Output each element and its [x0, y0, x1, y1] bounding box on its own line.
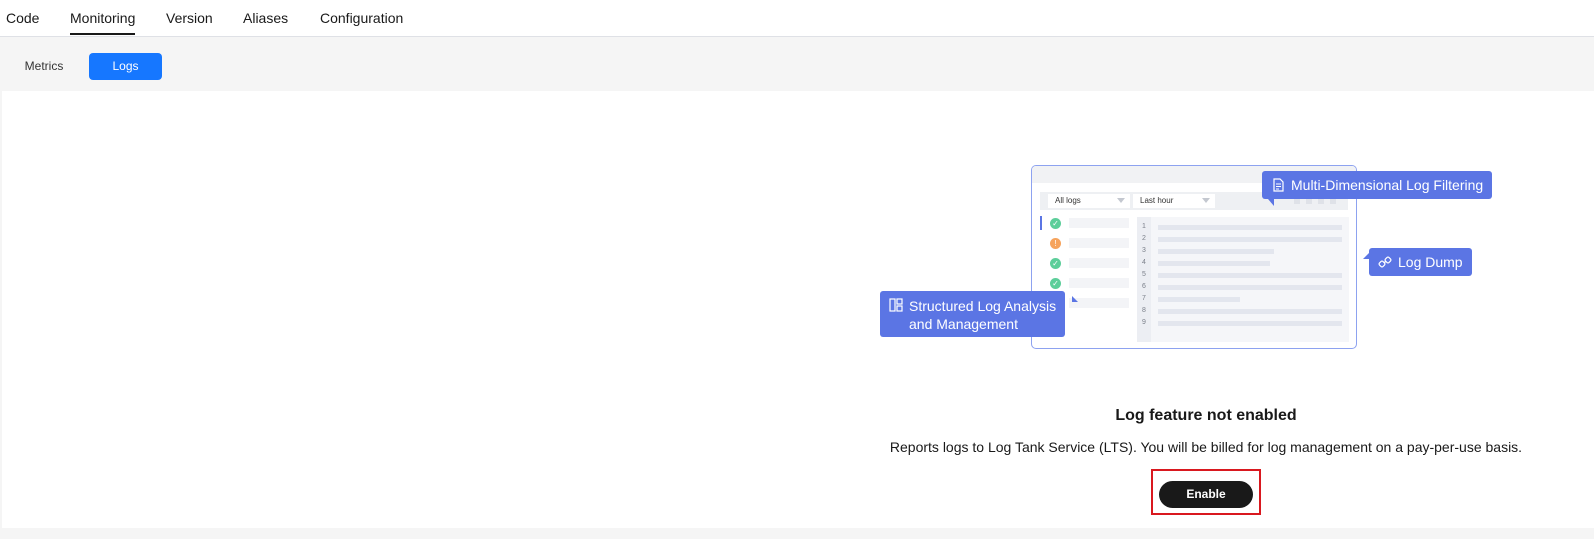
illustration-list-row [1069, 218, 1129, 228]
warning-icon: ! [1050, 238, 1061, 249]
empty-state-description: Reports logs to Log Tank Service (LTS). … [889, 439, 1523, 455]
line-number: 7 [1142, 295, 1146, 302]
illustration-log-line [1158, 261, 1270, 266]
illustration-log-line [1158, 285, 1342, 290]
tab-version[interactable]: Version [166, 10, 213, 35]
line-number: 1 [1142, 223, 1146, 230]
dropdown-arrow-icon [1202, 198, 1210, 203]
illustration-list-row [1069, 298, 1129, 308]
callout-structured-line2: and Management [909, 316, 1018, 332]
empty-state-title: Log feature not enabled [1115, 407, 1297, 424]
illustration-toolbar-dot [1318, 199, 1324, 204]
illustration-list-row [1069, 238, 1129, 248]
success-check-icon: ✓ [1050, 278, 1061, 289]
dropdown-arrow-icon [1117, 198, 1125, 203]
illustration-active-marker [1040, 216, 1042, 230]
illustration-log-select-label: All logs [1055, 196, 1081, 205]
subtab-logs[interactable]: Logs [89, 53, 162, 80]
tab-aliases[interactable]: Aliases [243, 10, 288, 35]
illustration-time-select-label: Last hour [1140, 196, 1174, 205]
line-number: 8 [1142, 307, 1146, 314]
success-check-icon: ✓ [1050, 218, 1061, 229]
illustration-log-line [1158, 237, 1342, 242]
illustration-toolbar-dot [1306, 199, 1312, 204]
illustration-log-line [1158, 297, 1240, 302]
line-number: 9 [1142, 319, 1146, 326]
success-check-icon: ✓ [1050, 258, 1061, 269]
tab-configuration[interactable]: Configuration [320, 10, 403, 35]
illustration-log-line [1158, 225, 1342, 230]
callout-log-dump: Log Dump [1369, 248, 1472, 276]
illustration-log-line [1158, 321, 1342, 326]
line-number: 4 [1142, 259, 1146, 266]
callout-structured-analysis-text: Structured Log Analysis and Management [909, 297, 1056, 333]
callout-tail [1363, 253, 1369, 259]
tab-code[interactable]: Code [6, 10, 39, 35]
callout-tail [1268, 199, 1274, 206]
line-number: 6 [1142, 283, 1146, 290]
illustration-log-select: All logs [1048, 194, 1130, 208]
illustration-list-row [1069, 258, 1129, 268]
illustration-log-line [1158, 309, 1342, 314]
enable-button[interactable]: Enable [1159, 481, 1253, 508]
illustration-time-select: Last hour [1133, 194, 1215, 208]
illustration-toolbar-dot [1294, 199, 1300, 204]
illustration-list-row [1069, 278, 1129, 288]
callout-structured-analysis: Structured Log Analysis and Management [880, 291, 1066, 337]
tab-monitoring[interactable]: Monitoring [70, 10, 136, 35]
document-icon [1271, 178, 1285, 192]
illustration-toolbar-dot [1330, 199, 1336, 204]
top-tab-bar: Code Monitoring Version Aliases Configur… [0, 0, 1594, 37]
callout-log-filtering: Multi-Dimensional Log Filtering [1262, 171, 1493, 199]
callout-log-filtering-label: Multi-Dimensional Log Filtering [1291, 177, 1484, 193]
illustration-log-line [1158, 273, 1342, 278]
callout-structured-line1: Structured Log Analysis [909, 298, 1057, 314]
illustration-log-line [1158, 249, 1274, 254]
callout-log-dump-label: Log Dump [1398, 254, 1463, 270]
layout-grid-icon [889, 298, 903, 312]
line-number: 3 [1142, 247, 1146, 254]
callout-tail [1072, 296, 1078, 302]
subtab-metrics[interactable]: Metrics [14, 53, 74, 80]
link-icon [1378, 255, 1392, 269]
line-number: 5 [1142, 271, 1146, 278]
line-number: 2 [1142, 235, 1146, 242]
